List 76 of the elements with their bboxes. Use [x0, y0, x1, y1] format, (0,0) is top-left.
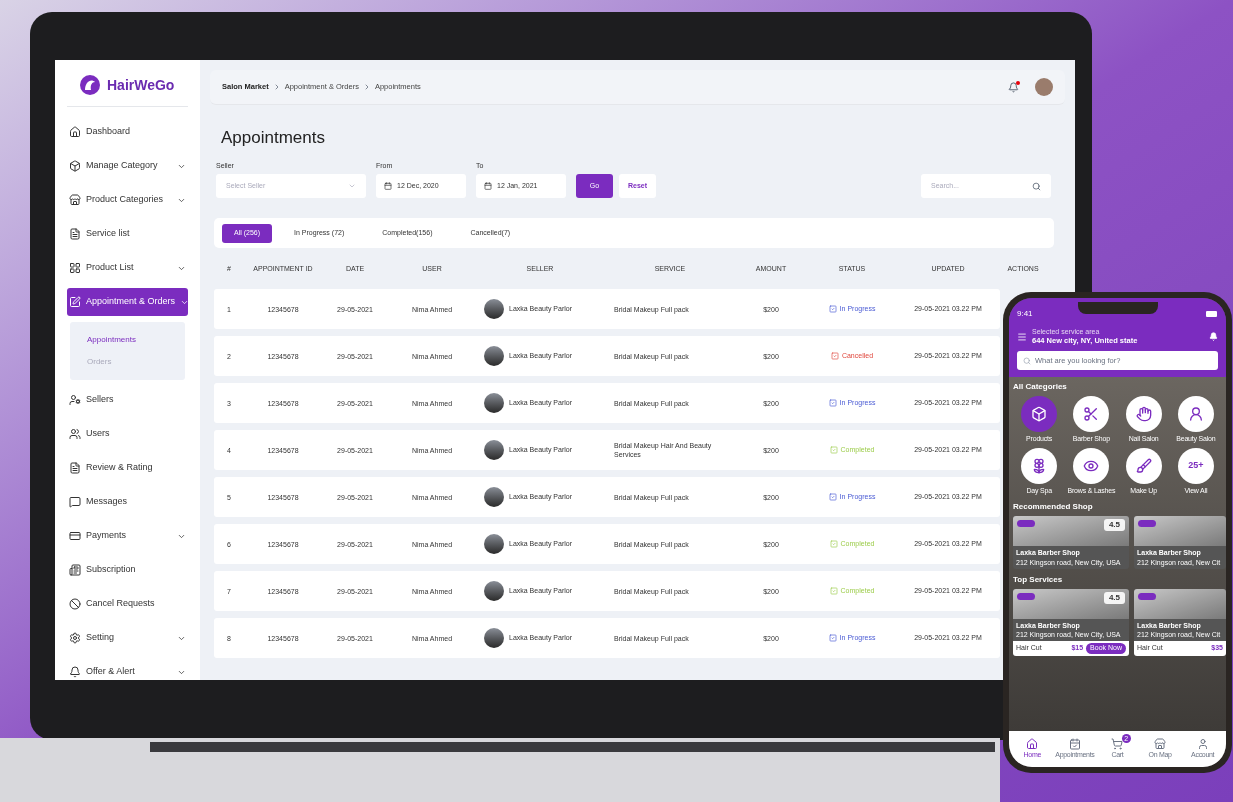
check-icon	[829, 446, 838, 454]
newspaper-icon	[69, 564, 81, 576]
notification-bell-icon[interactable]	[1209, 332, 1218, 341]
rating-badge: 4.5	[1103, 591, 1125, 604]
notification-bell-icon[interactable]	[1008, 81, 1019, 93]
check-icon	[828, 634, 837, 642]
house-icon	[69, 126, 81, 138]
brush-icon	[1135, 457, 1152, 474]
person-icon	[69, 394, 81, 406]
check-icon	[828, 493, 837, 501]
sidebar-item[interactable]: Service list	[67, 220, 188, 248]
document-icon	[69, 228, 81, 240]
sidebar-item[interactable]: Cancel Requests	[67, 590, 188, 618]
sidebar-item[interactable]: Setting	[67, 624, 188, 652]
sidebar-item[interactable]: Review & Rating	[67, 454, 188, 482]
seller-avatar	[484, 393, 504, 413]
check-icon	[828, 305, 837, 313]
card-icon	[69, 530, 81, 542]
check-icon	[830, 352, 839, 360]
seller-avatar	[484, 440, 504, 460]
check-icon	[829, 540, 838, 548]
sidebar-item[interactable]: Payments	[67, 522, 188, 550]
submenu-item[interactable]: Appointments	[87, 334, 168, 346]
logo-icon	[79, 74, 101, 96]
ban-icon	[69, 598, 81, 610]
sidebar-item[interactable]: Product Categories	[67, 186, 188, 214]
grid-icon	[69, 262, 81, 274]
seller-avatar	[484, 628, 504, 648]
sidebar-item[interactable]: Messages	[67, 488, 188, 516]
shop-icon	[1154, 737, 1167, 750]
sidebar-item[interactable]: Users	[67, 420, 188, 448]
avatar[interactable]	[1035, 78, 1053, 96]
sidebar-item[interactable]: Dashboard	[67, 118, 188, 146]
page-title: Appointments	[221, 127, 326, 149]
cart-icon	[1111, 737, 1124, 750]
section-title: All Categories	[1013, 381, 1068, 393]
seller-avatar	[484, 487, 504, 507]
cube-icon	[1031, 406, 1048, 422]
section-title: Top Services	[1013, 573, 1064, 586]
sidebar-item[interactable]: Product List	[67, 254, 188, 282]
calendar-icon	[384, 182, 392, 190]
seller-avatar	[484, 534, 504, 554]
status-time: 9:41	[1017, 308, 1034, 320]
sidebar-item[interactable]: Manage Category	[67, 152, 188, 180]
sidebar-item[interactable]: Sellers	[67, 386, 188, 414]
seller-avatar	[484, 346, 504, 366]
check-icon	[828, 399, 837, 407]
calendar-icon	[484, 182, 492, 190]
seller-avatar	[484, 299, 504, 319]
search-icon	[1023, 356, 1031, 365]
sidebar-item[interactable]: Subscription	[67, 556, 188, 584]
bell-icon	[69, 666, 81, 678]
section-title: Recommended Shop	[1013, 501, 1094, 513]
chat-icon	[69, 496, 81, 508]
check-icon	[829, 587, 838, 595]
menu-icon[interactable]	[1017, 331, 1027, 342]
person-icon	[1187, 406, 1204, 422]
edit-icon	[69, 296, 81, 308]
battery-icon	[1206, 311, 1218, 317]
search-icon	[1032, 181, 1041, 191]
chevron-down-icon	[348, 182, 356, 190]
calendar-icon	[1068, 737, 1081, 750]
hand-icon	[1135, 406, 1152, 422]
cube-icon	[69, 160, 81, 172]
rating-badge: 4.5	[1103, 519, 1125, 531]
document-icon	[69, 462, 81, 474]
scissors-icon	[1083, 406, 1100, 422]
house-icon	[1026, 737, 1039, 750]
brand-name: HairWeGo	[107, 75, 175, 95]
shop-icon	[69, 194, 81, 206]
sidebar-item[interactable]: Offer & Alert	[67, 658, 188, 680]
users-icon	[69, 428, 81, 440]
person-icon	[1196, 737, 1209, 750]
seller-avatar	[484, 581, 504, 601]
settings-icon	[69, 632, 81, 644]
sidebar-item[interactable]: Appointment & Orders	[67, 288, 188, 316]
